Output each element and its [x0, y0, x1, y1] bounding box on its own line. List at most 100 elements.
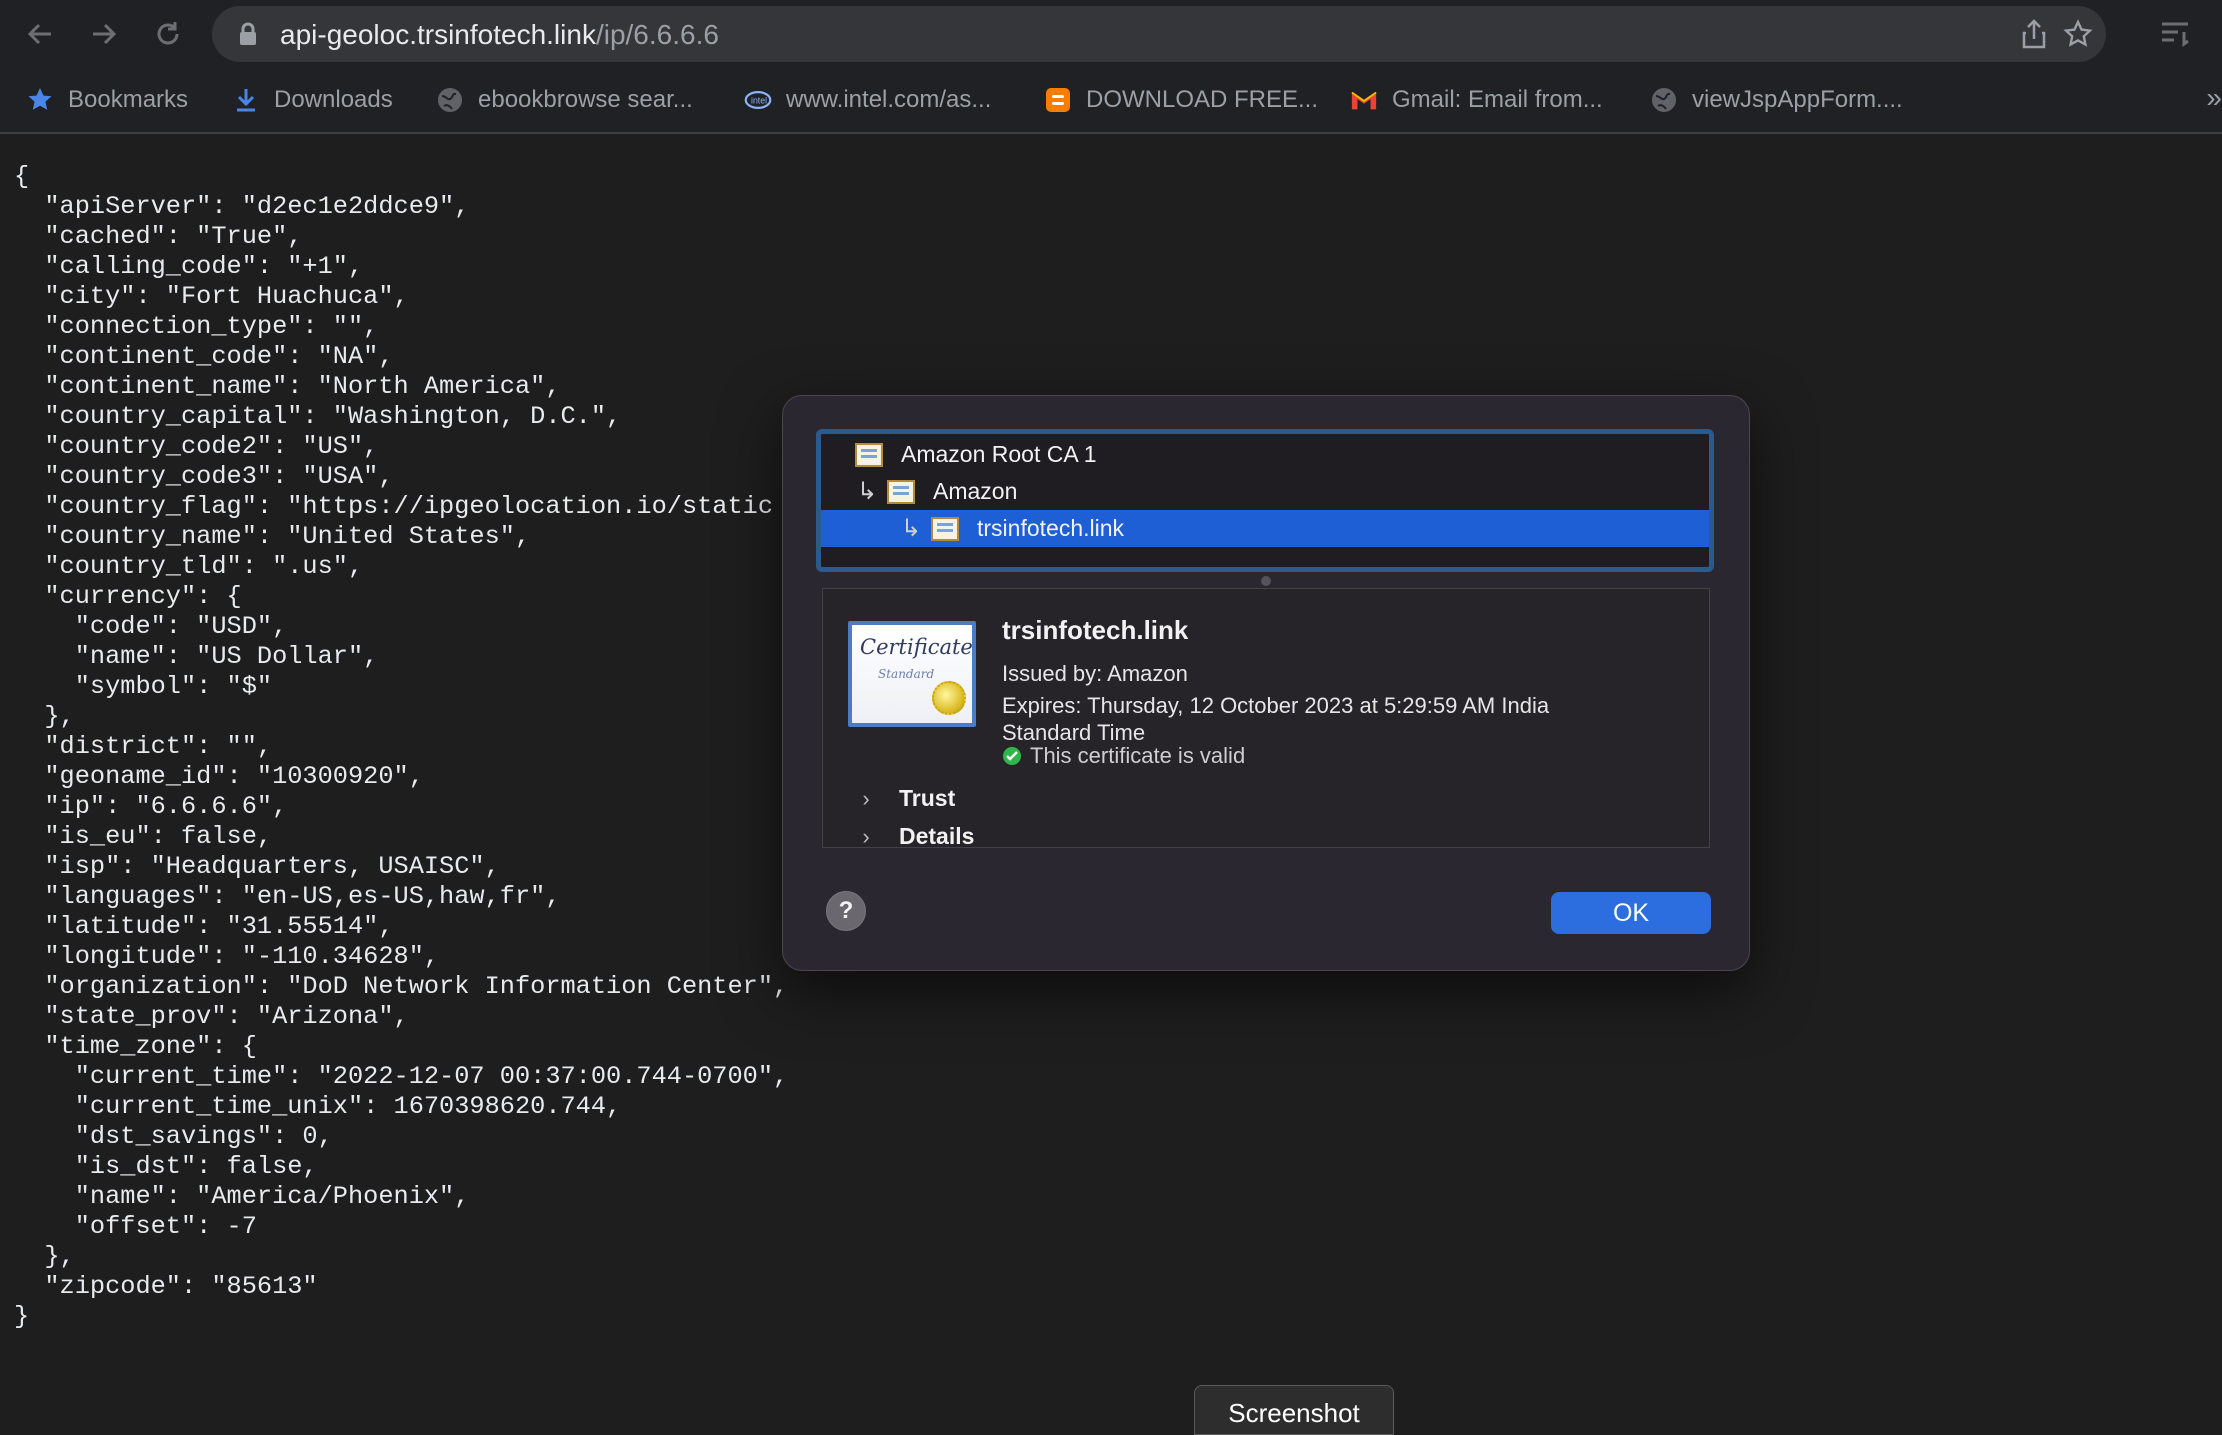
- json-line: "ip": "6.6.6.6",: [14, 792, 288, 821]
- trust-disclosure[interactable]: › Trust: [851, 785, 955, 812]
- chevron-right-icon: ›: [862, 785, 870, 811]
- forward-button[interactable]: [84, 14, 124, 54]
- bookmark-label: Downloads: [274, 86, 393, 113]
- chevron-right-icon: ›: [862, 823, 870, 849]
- json-line: "languages": "en-US,es-US,haw,fr",: [14, 882, 561, 911]
- validity-status: This certificate is valid: [1002, 743, 1245, 769]
- tree-item-leaf-selected[interactable]: ↳ trsinfotech.link: [821, 510, 1709, 547]
- bookmark-label: viewJspAppForm....: [1692, 86, 1903, 113]
- globe-icon: [1650, 86, 1678, 114]
- intel-icon: intel: [744, 86, 772, 114]
- bookmark-label: Bookmarks: [68, 86, 189, 113]
- reload-icon: [157, 22, 179, 45]
- tree-item-intermediate[interactable]: ↳ Amazon: [821, 473, 1709, 510]
- bookmark-item-download-free[interactable]: DOWNLOAD FREE...: [1044, 82, 1318, 118]
- json-line: "state_prov": "Arizona",: [14, 1002, 409, 1031]
- certificate-large-icon: Certificate Standard: [848, 621, 976, 727]
- split-view-handle[interactable]: [1261, 576, 1271, 586]
- json-line: "country_code3": "USA",: [14, 462, 394, 491]
- json-line: "time_zone": {: [14, 1032, 257, 1061]
- certificate-icon: [887, 479, 915, 504]
- json-line: "continent_name": "North America",: [14, 372, 561, 401]
- tree-elbow-icon: ↳: [900, 515, 922, 542]
- json-line: "country_name": "United States",: [14, 522, 531, 551]
- lock-icon: [240, 22, 256, 45]
- json-line: "country_capital": "Washington, D.C.",: [14, 402, 622, 431]
- bookmark-label: DOWNLOAD FREE...: [1086, 86, 1319, 113]
- bookmark-star-button[interactable]: [2062, 18, 2094, 50]
- forward-arrow-icon: [93, 23, 117, 45]
- json-line: },: [14, 1242, 75, 1271]
- json-line: "connection_type": "",: [14, 312, 379, 341]
- json-line: "currency": {: [14, 582, 242, 611]
- back-arrow-icon: [27, 23, 51, 45]
- json-line: "continent_code": "NA",: [14, 342, 394, 371]
- json-line: "organization": "DoD Network Information…: [14, 972, 789, 1001]
- bookmark-item-bookmarks[interactable]: Bookmarks: [26, 82, 188, 118]
- issued-by-text: Issued by: Amazon: [1002, 661, 1188, 686]
- tree-item-root-ca[interactable]: Amazon Root CA 1: [821, 436, 1709, 473]
- json-line: "dst_savings": 0,: [14, 1122, 333, 1151]
- svg-text:intel: intel: [751, 96, 767, 106]
- json-line: "country_flag": "https://ipgeolocation.i…: [14, 492, 774, 521]
- bookmark-item-ebookbrowse[interactable]: ebookbrowse sear...: [436, 82, 693, 118]
- certificate-icon: [931, 516, 959, 541]
- gmail-icon: [1350, 86, 1378, 114]
- bookmark-item-intel[interactable]: intel www.intel.com/as...: [744, 82, 991, 118]
- json-line: "latitude": "31.55514",: [14, 912, 394, 941]
- json-line: "isp": "Headquarters, USAISC",: [14, 852, 500, 881]
- url-text: api-geoloc.trsinfotech.link/ip/6.6.6.6: [280, 19, 719, 51]
- browser-toolbar: api-geoloc.trsinfotech.link/ip/6.6.6.6: [0, 0, 2222, 70]
- share-icon: [2022, 19, 2046, 49]
- details-disclosure[interactable]: › Details: [851, 823, 974, 850]
- certificate-chain-tree: Amazon Root CA 1 ↳ Amazon ↳ trsinfotech.…: [816, 429, 1714, 572]
- json-line: "country_tld": ".us",: [14, 552, 364, 581]
- bookmark-item-viewjsp[interactable]: viewJspAppForm....: [1650, 82, 1903, 118]
- globe-icon: [436, 86, 464, 114]
- tree-item-label: trsinfotech.link: [977, 515, 1125, 541]
- reload-button[interactable]: [148, 14, 188, 54]
- json-line: "city": "Fort Huachuca",: [14, 282, 409, 311]
- json-line: "country_code2": "US",: [14, 432, 379, 461]
- validity-text: This certificate is valid: [1030, 743, 1246, 768]
- ok-button[interactable]: OK: [1551, 892, 1711, 934]
- expires-text: Expires: Thursday, 12 October 2023 at 5:…: [1002, 693, 1550, 718]
- json-line: "zipcode": "85613": [14, 1272, 318, 1301]
- json-response-body: { "apiServer": "d2ec1e2ddce9", "cached":…: [14, 162, 788, 1332]
- details-label: Details: [899, 823, 975, 849]
- check-circle-icon: [1003, 747, 1021, 765]
- certificate-art-subtext: Standard: [878, 667, 935, 681]
- share-button[interactable]: [2018, 18, 2050, 50]
- trust-label: Trust: [899, 785, 956, 811]
- certificate-dialog: Amazon Root CA 1 ↳ Amazon ↳ trsinfotech.…: [782, 395, 1750, 971]
- url-path: /ip/6.6.6.6: [595, 19, 719, 50]
- bookmark-item-gmail[interactable]: Gmail: Email from...: [1350, 82, 1603, 118]
- json-line: "geoname_id": "10300920",: [14, 762, 424, 791]
- json-line: "name": "America/Phoenix",: [14, 1182, 470, 1211]
- seal-icon: [932, 681, 966, 715]
- json-line: "calling_code": "+1",: [14, 252, 364, 281]
- json-line: "offset": -7: [14, 1212, 257, 1241]
- json-line: "longitude": "-110.34628",: [14, 942, 440, 971]
- screenshot-tooltip: Screenshot: [1194, 1385, 1394, 1435]
- json-line: "current_time_unix": 1670398620.744,: [14, 1092, 622, 1121]
- bookmark-label: www.intel.com/as...: [786, 86, 992, 113]
- json-line: }: [14, 1302, 30, 1331]
- json-line: "name": "US Dollar",: [14, 642, 379, 671]
- bookmark-item-downloads[interactable]: Downloads: [232, 82, 393, 118]
- json-line: "district": "",: [14, 732, 273, 761]
- address-bar[interactable]: api-geoloc.trsinfotech.link/ip/6.6.6.6: [212, 6, 2106, 62]
- star-outline-icon: [2063, 19, 2093, 47]
- reading-list-button[interactable]: [2156, 14, 2196, 54]
- url-host: api-geoloc.trsinfotech.link: [280, 19, 596, 50]
- certificate-title: trsinfotech.link: [1002, 615, 1189, 645]
- json-line: "current_time": "2022-12-07 00:37:00.744…: [14, 1062, 789, 1091]
- bookmarks-overflow-button[interactable]: »: [2206, 82, 2222, 114]
- back-button[interactable]: [20, 14, 60, 54]
- json-line: "symbol": "$": [14, 672, 273, 701]
- json-line: {: [14, 162, 30, 191]
- help-button[interactable]: ?: [826, 891, 866, 931]
- json-line: "code": "USD",: [14, 612, 288, 641]
- bookmark-label: ebookbrowse sear...: [478, 86, 693, 113]
- json-line: "cached": "True",: [14, 222, 303, 251]
